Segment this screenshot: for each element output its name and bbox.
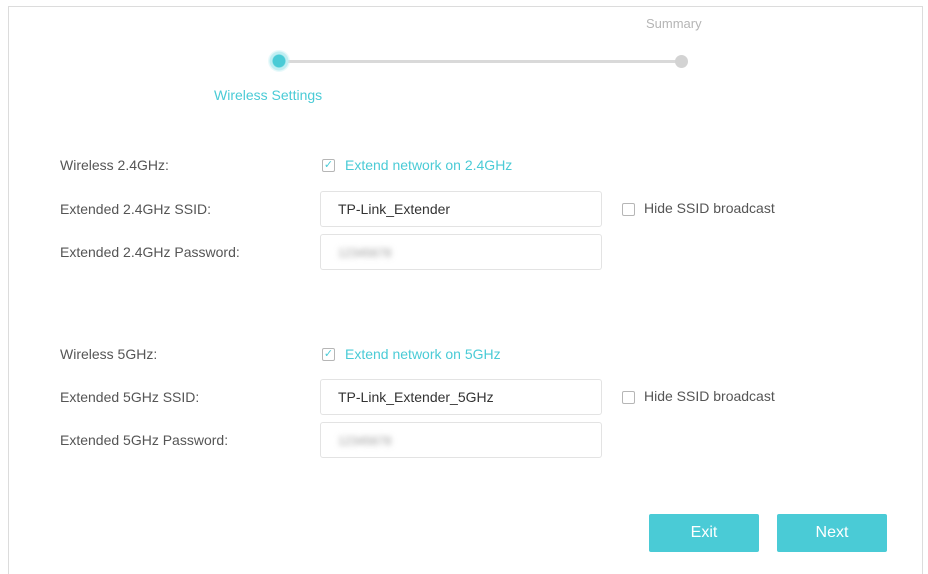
ssid-24-input[interactable]: TP-Link_Extender <box>320 191 602 227</box>
step-indicator-active <box>268 50 290 72</box>
stepper-track <box>280 60 682 63</box>
extend-24-checkbox[interactable]: ✓ <box>322 159 335 172</box>
ssid-5-input[interactable]: TP-Link_Extender_5GHz <box>320 379 602 415</box>
hide-ssid-24-label[interactable]: Hide SSID broadcast <box>644 200 775 216</box>
hide-ssid-5-checkbox[interactable] <box>622 391 635 404</box>
hide-ssid-5-label[interactable]: Hide SSID broadcast <box>644 388 775 404</box>
hide-ssid-24-checkbox[interactable] <box>622 203 635 216</box>
password-5-label: Extended 5GHz Password: <box>60 432 229 448</box>
checkmark-icon: ✓ <box>323 348 334 360</box>
password-24-label: Extended 2.4GHz Password: <box>60 244 240 260</box>
password-5-input[interactable]: 12345678 <box>320 422 602 458</box>
extend-5-label[interactable]: Extend network on 5GHz <box>345 346 501 362</box>
exit-button[interactable]: Exit <box>649 514 759 552</box>
ssid-5-label: Extended 5GHz SSID: <box>60 389 200 405</box>
step-indicator-summary <box>675 55 688 68</box>
extend-24-label[interactable]: Extend network on 2.4GHz <box>345 157 512 173</box>
password-5-value: 12345678 <box>338 434 392 448</box>
content-frame <box>8 6 923 574</box>
wireless-5-label: Wireless 5GHz: <box>60 346 158 362</box>
next-button[interactable]: Next <box>777 514 887 552</box>
checkmark-icon: ✓ <box>323 159 334 171</box>
password-24-input[interactable]: 12345678 <box>320 234 602 270</box>
wireless-24-label: Wireless 2.4GHz: <box>60 157 169 173</box>
step-label-summary: Summary <box>646 16 702 31</box>
ssid-24-label: Extended 2.4GHz SSID: <box>60 201 211 217</box>
password-24-value: 12345678 <box>338 246 392 260</box>
extend-5-checkbox[interactable]: ✓ <box>322 348 335 361</box>
step-label-wireless-settings: Wireless Settings <box>214 87 323 103</box>
